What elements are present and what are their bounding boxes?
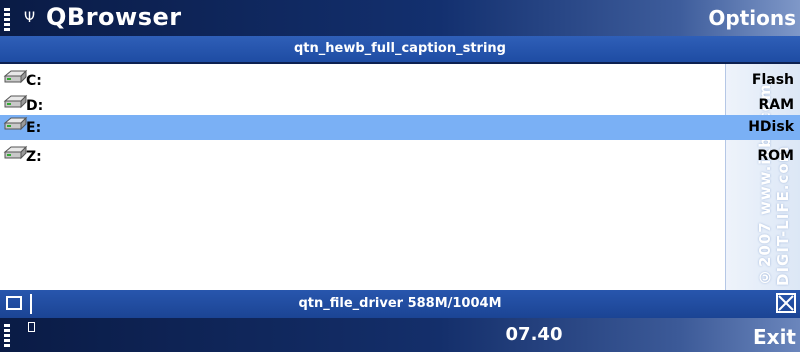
exit-softkey[interactable]: Exit (753, 325, 796, 349)
drive-type: HDisk (748, 119, 794, 135)
title-bar: Ψ QBrowser Options (0, 0, 800, 36)
drive-icon (3, 69, 28, 84)
caption-bar: qtn_hewb_full_caption_string (0, 36, 800, 62)
app-title: QBrowser (46, 3, 182, 31)
options-softkey[interactable]: Options (708, 6, 796, 30)
drive-list: ©2007 www.ixbt.com DIGIT-LIFE.com C: Fla… (0, 64, 800, 290)
window-icon[interactable] (6, 296, 22, 310)
drive-icon (3, 94, 28, 109)
softkey-bar: 07.40 Exit (0, 318, 800, 352)
close-icon[interactable] (776, 293, 796, 313)
drive-name: D: (26, 98, 44, 114)
drive-row-z[interactable]: Z: ROM (0, 144, 800, 169)
drive-type: ROM (757, 148, 794, 164)
drive-type: RAM (758, 97, 794, 113)
signal-strength-icon (4, 8, 10, 34)
divider (30, 294, 32, 314)
drive-row-e[interactable]: E: HDisk (0, 115, 800, 140)
antenna-icon: Ψ (24, 10, 36, 26)
drive-name: C: (26, 73, 42, 89)
drive-name: Z: (26, 149, 42, 165)
drive-name: E: (26, 120, 42, 136)
drive-icon (3, 116, 28, 131)
drive-type: Flash (751, 72, 794, 88)
status-bar: qtn_file_driver 588M/1004M (0, 290, 800, 318)
clock: 07.40 (505, 324, 563, 345)
status-text: qtn_file_driver 588M/1004M (298, 296, 502, 311)
drive-row-c[interactable]: C: Flash (0, 68, 800, 93)
drive-icon (3, 145, 28, 160)
